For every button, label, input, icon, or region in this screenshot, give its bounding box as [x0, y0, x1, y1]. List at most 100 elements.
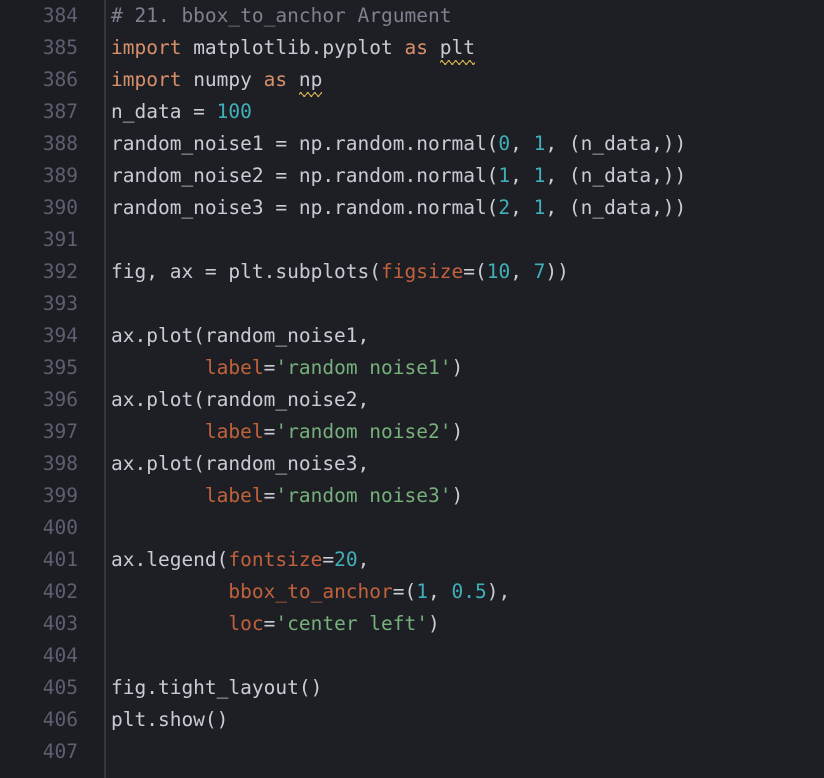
line-number: 386 [42, 68, 78, 91]
code-token-warning: plt [439, 32, 476, 65]
code-token: fontsize [228, 548, 323, 571]
code-token: ax.plot(random_noise1, [111, 324, 370, 347]
code-line[interactable]: plt.show() [111, 704, 228, 736]
line-number: 385 [42, 36, 78, 59]
code-line[interactable]: import matplotlib.pyplot as plt [111, 32, 476, 65]
code-token: 1 [533, 196, 546, 219]
code-line[interactable]: random_noise1 = np.random.normal(0, 1, (… [111, 128, 686, 160]
line-number: 398 [42, 452, 78, 475]
line-number: 397 [42, 420, 78, 443]
line-number: 392 [42, 260, 78, 283]
line-number: 400 [42, 516, 78, 539]
code-token-warning: np [298, 64, 323, 97]
code-token: 'random noise2' [275, 420, 452, 443]
code-line[interactable]: fig, ax = plt.subplots(figsize=(10, 7)) [111, 256, 569, 288]
code-line[interactable]: random_noise3 = np.random.normal(2, 1, (… [111, 192, 686, 224]
code-line[interactable]: # 21. bbox_to_anchor Argument [111, 0, 451, 32]
code-token: = [322, 548, 335, 571]
line-number: 390 [42, 196, 78, 219]
code-token: =( [463, 260, 487, 283]
line-number: 403 [42, 612, 78, 635]
code-token: ax.legend( [111, 548, 229, 571]
code-token: = [263, 420, 276, 443]
line-number: 391 [42, 228, 78, 251]
line-number: 387 [42, 100, 78, 123]
code-token: as [263, 68, 288, 91]
code-token: label [204, 420, 264, 443]
code-token: fig, ax = plt.subplots( [111, 260, 382, 283]
code-line[interactable]: import numpy as np [111, 64, 323, 97]
line-number: 404 [42, 644, 78, 667]
code-line[interactable]: ax.plot(random_noise3, [111, 448, 369, 480]
line-number: 393 [42, 292, 78, 315]
code-token: 100 [216, 100, 252, 123]
code-token: , [510, 260, 534, 283]
code-token: 'random noise3' [275, 484, 452, 507]
code-token: random_noise3 = np.random.normal( [111, 196, 499, 219]
code-token: 'center left' [275, 612, 429, 635]
line-number: 401 [42, 548, 78, 571]
code-token: 'random noise1' [275, 356, 452, 379]
code-token: 1 [498, 164, 511, 187]
code-line[interactable]: bbox_to_anchor=(1, 0.5), [111, 576, 510, 608]
code-token: bbox_to_anchor [228, 580, 393, 603]
code-token: plt.show() [111, 708, 229, 731]
code-token: , (n_data,)) [545, 132, 687, 155]
code-line[interactable]: random_noise2 = np.random.normal(1, 1, (… [111, 160, 686, 192]
line-number: 399 [42, 484, 78, 507]
code-token: matplotlib.pyplot [181, 36, 405, 59]
code-line[interactable]: ax.legend(fontsize=20, [111, 544, 369, 576]
code-token: 0.5 [451, 580, 487, 603]
code-line[interactable]: n_data = 100 [111, 96, 252, 128]
code-token: import [111, 36, 182, 59]
code-token: = [263, 612, 276, 635]
code-token: , [510, 164, 534, 187]
code-token: ), [486, 580, 511, 603]
code-token: fig.tight_layout() [111, 676, 323, 699]
code-token: ) [428, 612, 440, 635]
code-token: random_noise1 = np.random.normal( [111, 132, 499, 155]
line-number: 396 [42, 388, 78, 411]
code-line[interactable]: fig.tight_layout() [111, 672, 322, 704]
code-token: ) [451, 484, 464, 507]
code-token: , (n_data,)) [545, 196, 687, 219]
line-number-gutter: 384 385 386 387 388 389 390 391 392 393 394 395 396 3… [0, 0, 104, 778]
code-token: random_noise2 = np.random.normal( [111, 164, 499, 187]
code-line[interactable]: ax.plot(random_noise1, [111, 320, 369, 352]
code-token: 0 [498, 132, 511, 155]
code-token: 1 [533, 164, 546, 187]
code-token: n_data = [111, 100, 217, 123]
code-token: 20 [334, 548, 358, 571]
code-token: 10 [486, 260, 511, 283]
code-line[interactable]: label='random noise1') [111, 352, 463, 384]
code-token: , [510, 196, 534, 219]
line-number: 407 [42, 740, 78, 763]
code-token: label [204, 356, 264, 379]
code-token: import [111, 68, 182, 91]
line-number: 406 [42, 708, 78, 731]
code-token: ) [451, 356, 464, 379]
code-line[interactable]: label='random noise3') [111, 480, 463, 512]
code-line[interactable]: loc='center left') [111, 608, 440, 640]
code-line[interactable]: label='random noise2') [111, 416, 463, 448]
code-editor[interactable]: 384 385 386 387 388 389 390 391 392 393 394 395 396 3… [0, 0, 824, 778]
code-line[interactable]: ax.plot(random_noise2, [111, 384, 369, 416]
code-token: = [263, 484, 276, 507]
code-token: , [357, 548, 370, 571]
code-area[interactable]: # 21. bbox_to_anchor Argument import matp… [111, 0, 824, 778]
code-token: # 21. bbox_to_anchor Argument [111, 4, 452, 27]
line-number: 395 [42, 356, 78, 379]
line-number: 384 [42, 4, 78, 27]
line-number: 405 [42, 676, 78, 699]
line-number: 388 [42, 132, 78, 155]
code-token: 2 [498, 196, 511, 219]
code-token: figsize [381, 260, 464, 283]
code-token: ax.plot(random_noise3, [111, 452, 370, 475]
code-token: ax.plot(random_noise2, [111, 388, 370, 411]
